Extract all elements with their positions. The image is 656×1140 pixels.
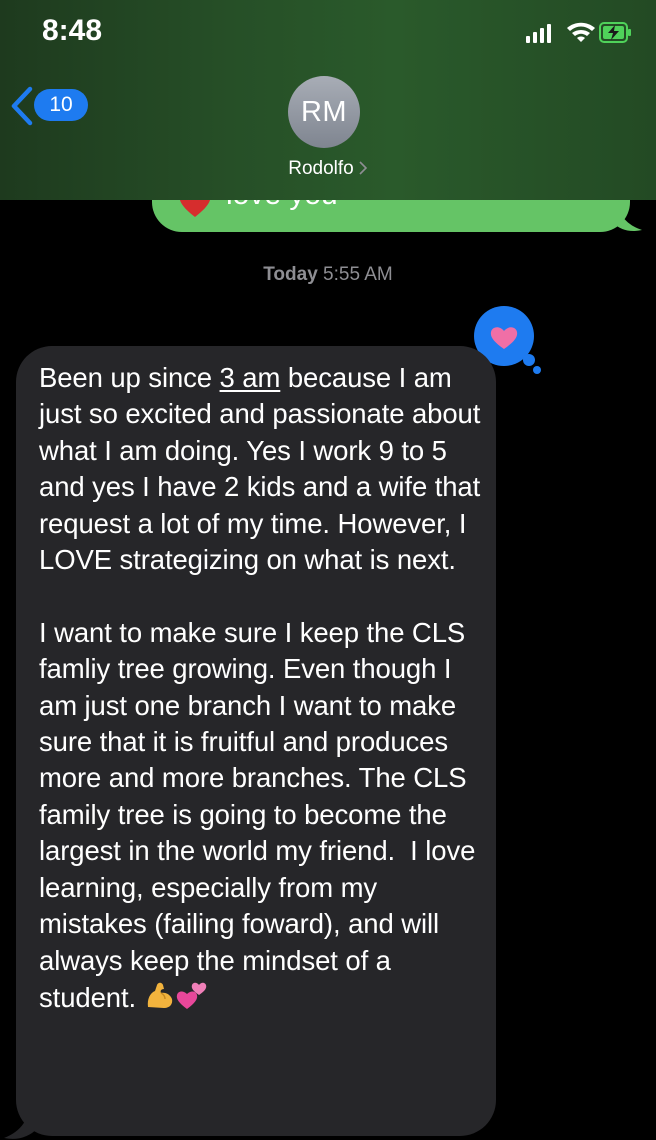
timestamp-day: Today [263,264,318,285]
contact-name-button[interactable]: Rodolfo [0,158,656,180]
chevron-left-icon [11,86,33,126]
received-bubble-tail [4,1100,38,1139]
unread-count-badge: 10 [34,89,88,121]
message-text-intro: Been up since [39,362,220,393]
sent-bubble-tail [612,200,642,231]
contact-name: Rodolfo [288,158,354,179]
timestamp-time: 5:55 AM [323,264,393,285]
battery-charging-icon [599,22,631,43]
chevron-right-icon [359,161,367,175]
signal-icon [526,24,551,43]
contact-avatar[interactable]: RM [288,76,360,148]
status-bar-icons [526,22,631,43]
back-button[interactable]: 10 [8,84,88,128]
status-bar-time: 8:48 [42,14,103,47]
messages-screen: love you Today 5:55 AM Been up since 3 a… [0,0,656,1140]
flexed-biceps-emoji-icon [147,982,172,1008]
received-message-text: Been up since 3 am because I am just so … [39,360,489,1016]
time-link[interactable]: 3 am [220,362,281,393]
conversation-header: 8:48 10 RM Rodolfo [0,0,656,200]
wifi-icon [567,22,595,42]
two-hearts-emoji-icon [176,982,206,1009]
message-timestamp: Today 5:55 AM [0,264,656,286]
message-text-body: because I am just so excited and passion… [39,362,481,1013]
